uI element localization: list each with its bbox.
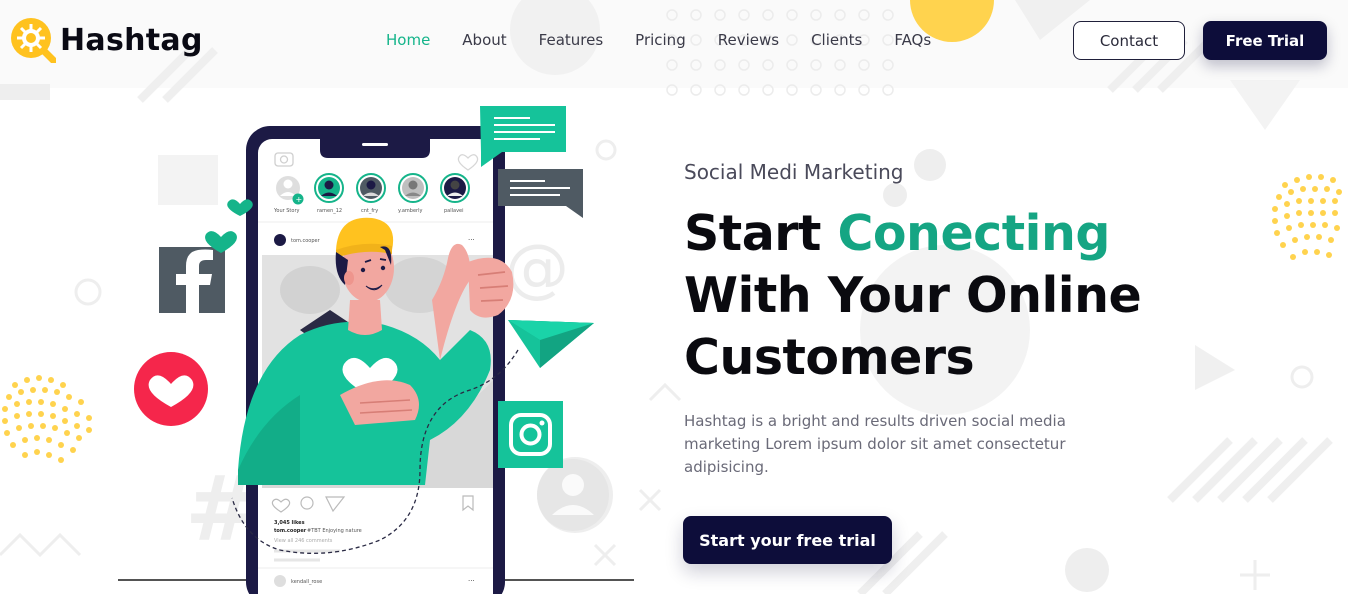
- headline-word: Start: [684, 205, 821, 262]
- caption-user: tom.cooper: [274, 528, 307, 534]
- story-label: Your Story: [273, 208, 300, 214]
- facebook-icon: [159, 247, 225, 313]
- avatar: [274, 234, 286, 246]
- caption-text: #TBT Enjoying nature: [307, 528, 362, 534]
- svg-text:···: ···: [468, 577, 475, 585]
- at-sign-icon: @: [505, 232, 569, 306]
- nav-about[interactable]: About: [462, 28, 506, 52]
- free-trial-button[interactable]: Free Trial: [1203, 21, 1327, 60]
- brand-name: Hashtag: [60, 22, 203, 58]
- more-icon: ···: [468, 236, 475, 244]
- likes-count: 3,045 likes: [274, 520, 305, 526]
- hero-description: Hashtag is a bright and results driven s…: [684, 412, 1066, 476]
- nav-reviews[interactable]: Reviews: [718, 28, 779, 52]
- main-nav: Home About Features Pricing Reviews Clie…: [386, 28, 963, 52]
- contact-button[interactable]: Contact: [1073, 21, 1185, 60]
- story-label: cnt_fry: [361, 208, 378, 214]
- story-label: pallavei: [444, 208, 464, 214]
- story-label: y.amberly: [398, 208, 422, 214]
- site-header: Hashtag Home About Features Pricing Revi…: [0, 0, 1348, 82]
- nav-pricing[interactable]: Pricing: [635, 28, 686, 52]
- hero-eyebrow: Social Medi Marketing: [684, 160, 904, 184]
- headline-accent: Conecting: [837, 205, 1110, 262]
- hero-headline: Start Conecting With Your Online Custome…: [684, 203, 1304, 389]
- post-username: tom.cooper: [291, 238, 321, 244]
- nav-faqs[interactable]: FAQs: [894, 28, 931, 52]
- heart-icon: [134, 352, 208, 426]
- nav-clients[interactable]: Clients: [811, 28, 862, 52]
- user-avatar-decor: [537, 459, 609, 531]
- svg-text:@: @: [505, 232, 569, 306]
- svg-text:+: +: [296, 195, 303, 204]
- start-free-trial-button[interactable]: Start your free trial: [683, 516, 892, 564]
- instagram-icon: [498, 401, 563, 468]
- headline-line-2: With Your Online: [684, 267, 1142, 324]
- story-label: ramen_12: [317, 208, 342, 214]
- headline-line-3: Customers: [684, 329, 975, 386]
- nav-home[interactable]: Home: [386, 28, 430, 52]
- logo[interactable]: Hashtag: [10, 15, 203, 65]
- nav-features[interactable]: Features: [539, 28, 604, 52]
- comments-link: View all 246 comments: [274, 538, 333, 544]
- comment-username: kendall_rose: [291, 579, 322, 585]
- logo-icon: [10, 17, 58, 65]
